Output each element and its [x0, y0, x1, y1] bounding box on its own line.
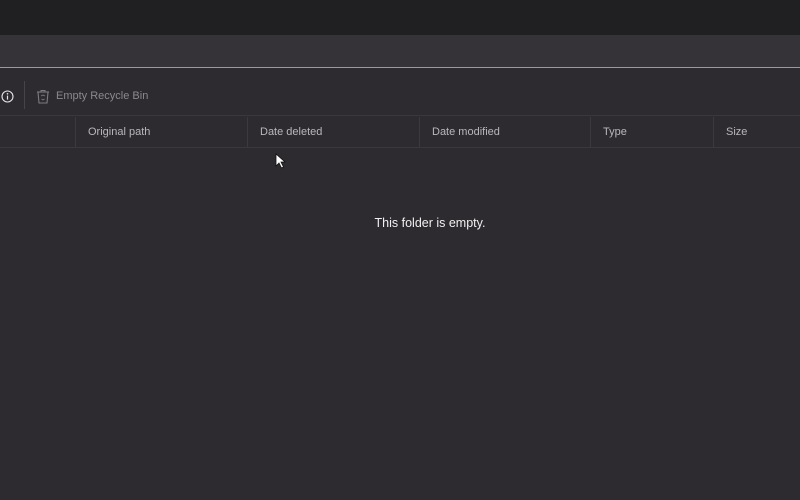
column-header-date-deleted[interactable]: Date deleted: [247, 117, 419, 147]
address-bar[interactable]: [0, 35, 800, 68]
column-header-row: Original path Date deleted Date modified…: [0, 117, 800, 148]
column-header-original-path[interactable]: Original path: [75, 117, 247, 147]
column-header-label: Original path: [88, 126, 151, 138]
empty-recycle-bin-label: Empty Recycle Bin: [56, 90, 149, 102]
column-header-size[interactable]: Size: [713, 117, 800, 147]
title-bar: [0, 0, 800, 35]
details-button[interactable]: [0, 87, 18, 105]
column-header-label: Date modified: [432, 126, 500, 138]
command-separator: [24, 81, 25, 109]
column-header-label: Size: [726, 126, 748, 138]
empty-recycle-bin-button[interactable]: Empty Recycle Bin: [32, 84, 152, 108]
info-icon: [0, 89, 14, 103]
column-header-label: Type: [603, 126, 627, 138]
column-header-type[interactable]: Type: [590, 117, 713, 147]
column-header-label: Date deleted: [260, 126, 323, 138]
empty-folder-message: This folder is empty.: [374, 216, 486, 230]
column-header-date-modified[interactable]: Date modified: [419, 117, 590, 147]
recycle-bin-icon: [37, 89, 49, 104]
mouse-cursor-icon: [275, 153, 287, 169]
